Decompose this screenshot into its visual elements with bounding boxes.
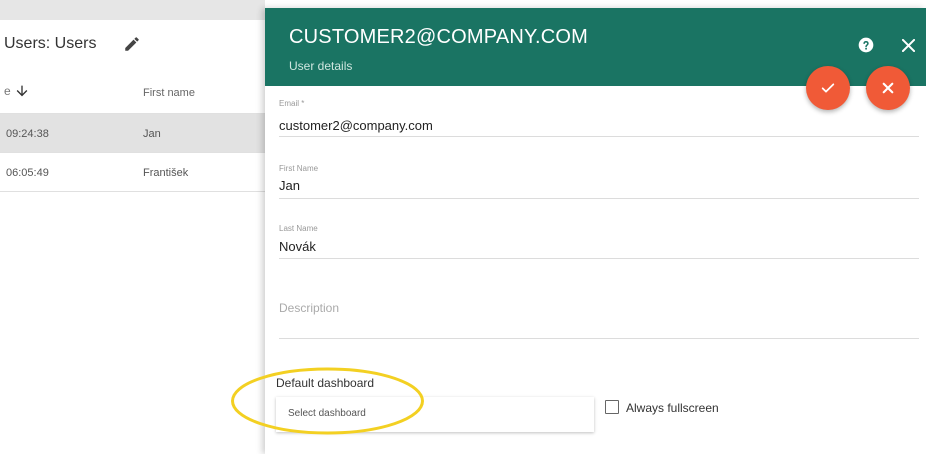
last-name-value[interactable]: Novák xyxy=(279,239,316,254)
table-header-row xyxy=(0,74,265,114)
default-dashboard-select[interactable]: Select dashboard xyxy=(276,397,594,432)
dialog-title: CUSTOMER2@COMPANY.COM xyxy=(289,26,588,48)
close-icon[interactable] xyxy=(902,39,915,52)
dialog-subtitle: User details xyxy=(289,59,353,73)
row-first-name: František xyxy=(143,167,189,179)
first-name-value[interactable]: Jan xyxy=(279,178,300,193)
row-time: 06:05:49 xyxy=(6,167,49,179)
edit-icon[interactable] xyxy=(123,35,141,53)
row-first-name: Jan xyxy=(143,128,161,140)
email-label: Email * xyxy=(279,99,305,108)
help-icon[interactable] xyxy=(858,37,874,53)
table-row[interactable]: 09:24:38 Jan xyxy=(0,114,265,153)
first-name-label: First Name xyxy=(279,164,319,173)
row-time: 09:24:38 xyxy=(6,128,49,140)
background-page: Users: Users e First name 09:24:38 Jan 0… xyxy=(0,0,265,454)
email-value[interactable]: customer2@company.com xyxy=(279,118,433,133)
description-placeholder: Description xyxy=(279,301,340,315)
table-row[interactable]: 06:05:49 František xyxy=(0,153,265,192)
cancel-icon xyxy=(882,82,894,94)
check-icon xyxy=(821,83,835,93)
always-fullscreen-label[interactable]: Always fullscreen xyxy=(626,401,719,415)
last-name-label: Last Name xyxy=(279,224,318,233)
dashboard-select-placeholder: Select dashboard xyxy=(288,408,366,419)
top-bar xyxy=(0,0,265,20)
always-fullscreen-checkbox[interactable] xyxy=(605,400,619,414)
last-name-field[interactable]: Last Name Novák xyxy=(279,224,919,259)
user-details-dialog: CUSTOMER2@COMPANY.COM User details Email… xyxy=(265,8,926,454)
default-dashboard-label: Default dashboard xyxy=(276,376,375,390)
description-field[interactable] xyxy=(279,288,919,339)
email-field[interactable]: Email * customer2@company.com xyxy=(279,99,919,137)
first-name-field[interactable]: First Name Jan xyxy=(279,164,919,199)
column-header-partial: e xyxy=(4,84,11,98)
column-header-first-name[interactable]: First name xyxy=(143,87,195,99)
page-title: Users: Users xyxy=(4,35,97,52)
sort-down-icon[interactable] xyxy=(14,83,30,99)
